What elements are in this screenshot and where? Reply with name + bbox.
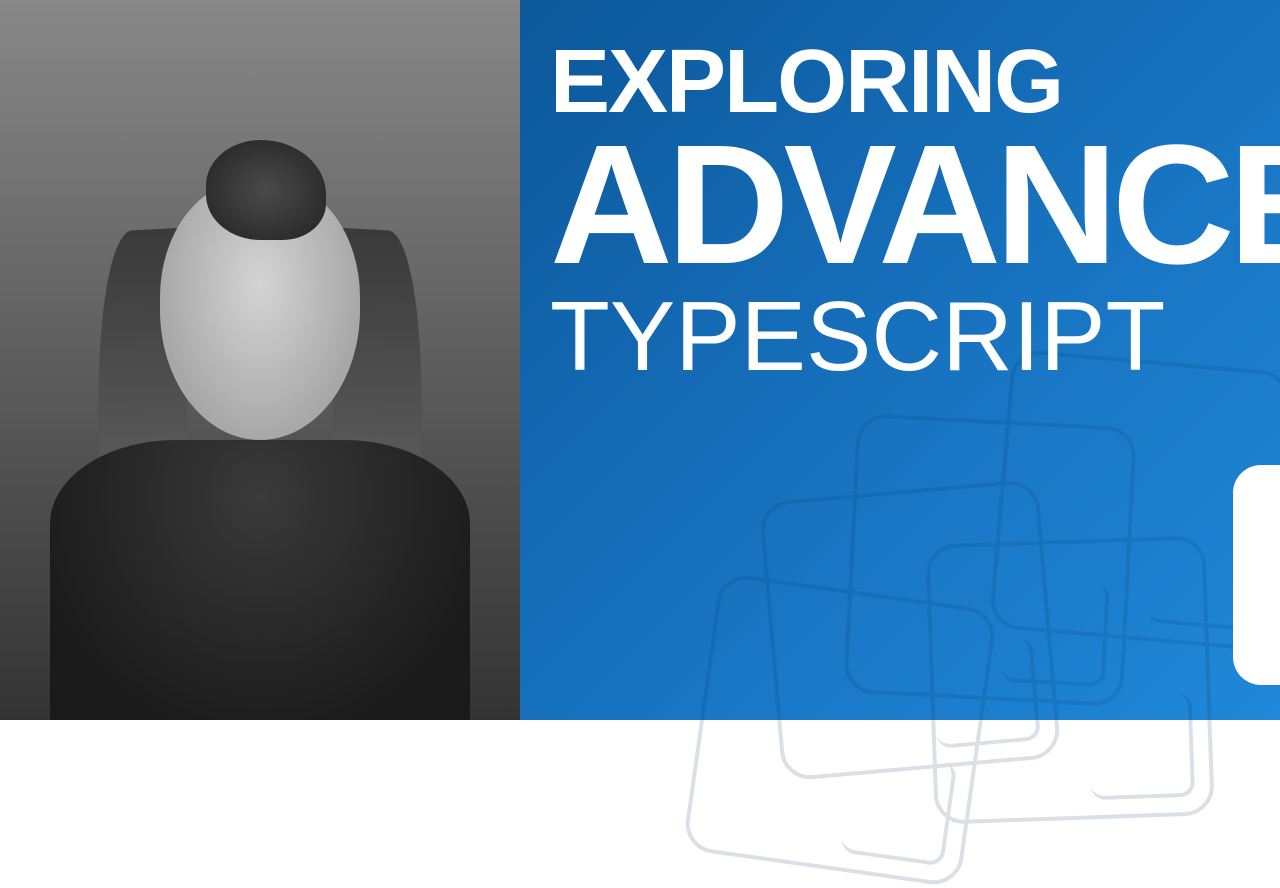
presenter-photo bbox=[0, 0, 520, 720]
title-area: EXPLORING ADVANCED TYPESCRIPT TS bbox=[520, 0, 1280, 720]
thumbnail-container: EXPLORING ADVANCED TYPESCRIPT TS bbox=[0, 0, 1280, 720]
title-word-2: ADVANCED bbox=[550, 131, 1280, 281]
typescript-logo: TS bbox=[1233, 465, 1280, 685]
title-word-3: TYPESCRIPT bbox=[550, 290, 1280, 383]
